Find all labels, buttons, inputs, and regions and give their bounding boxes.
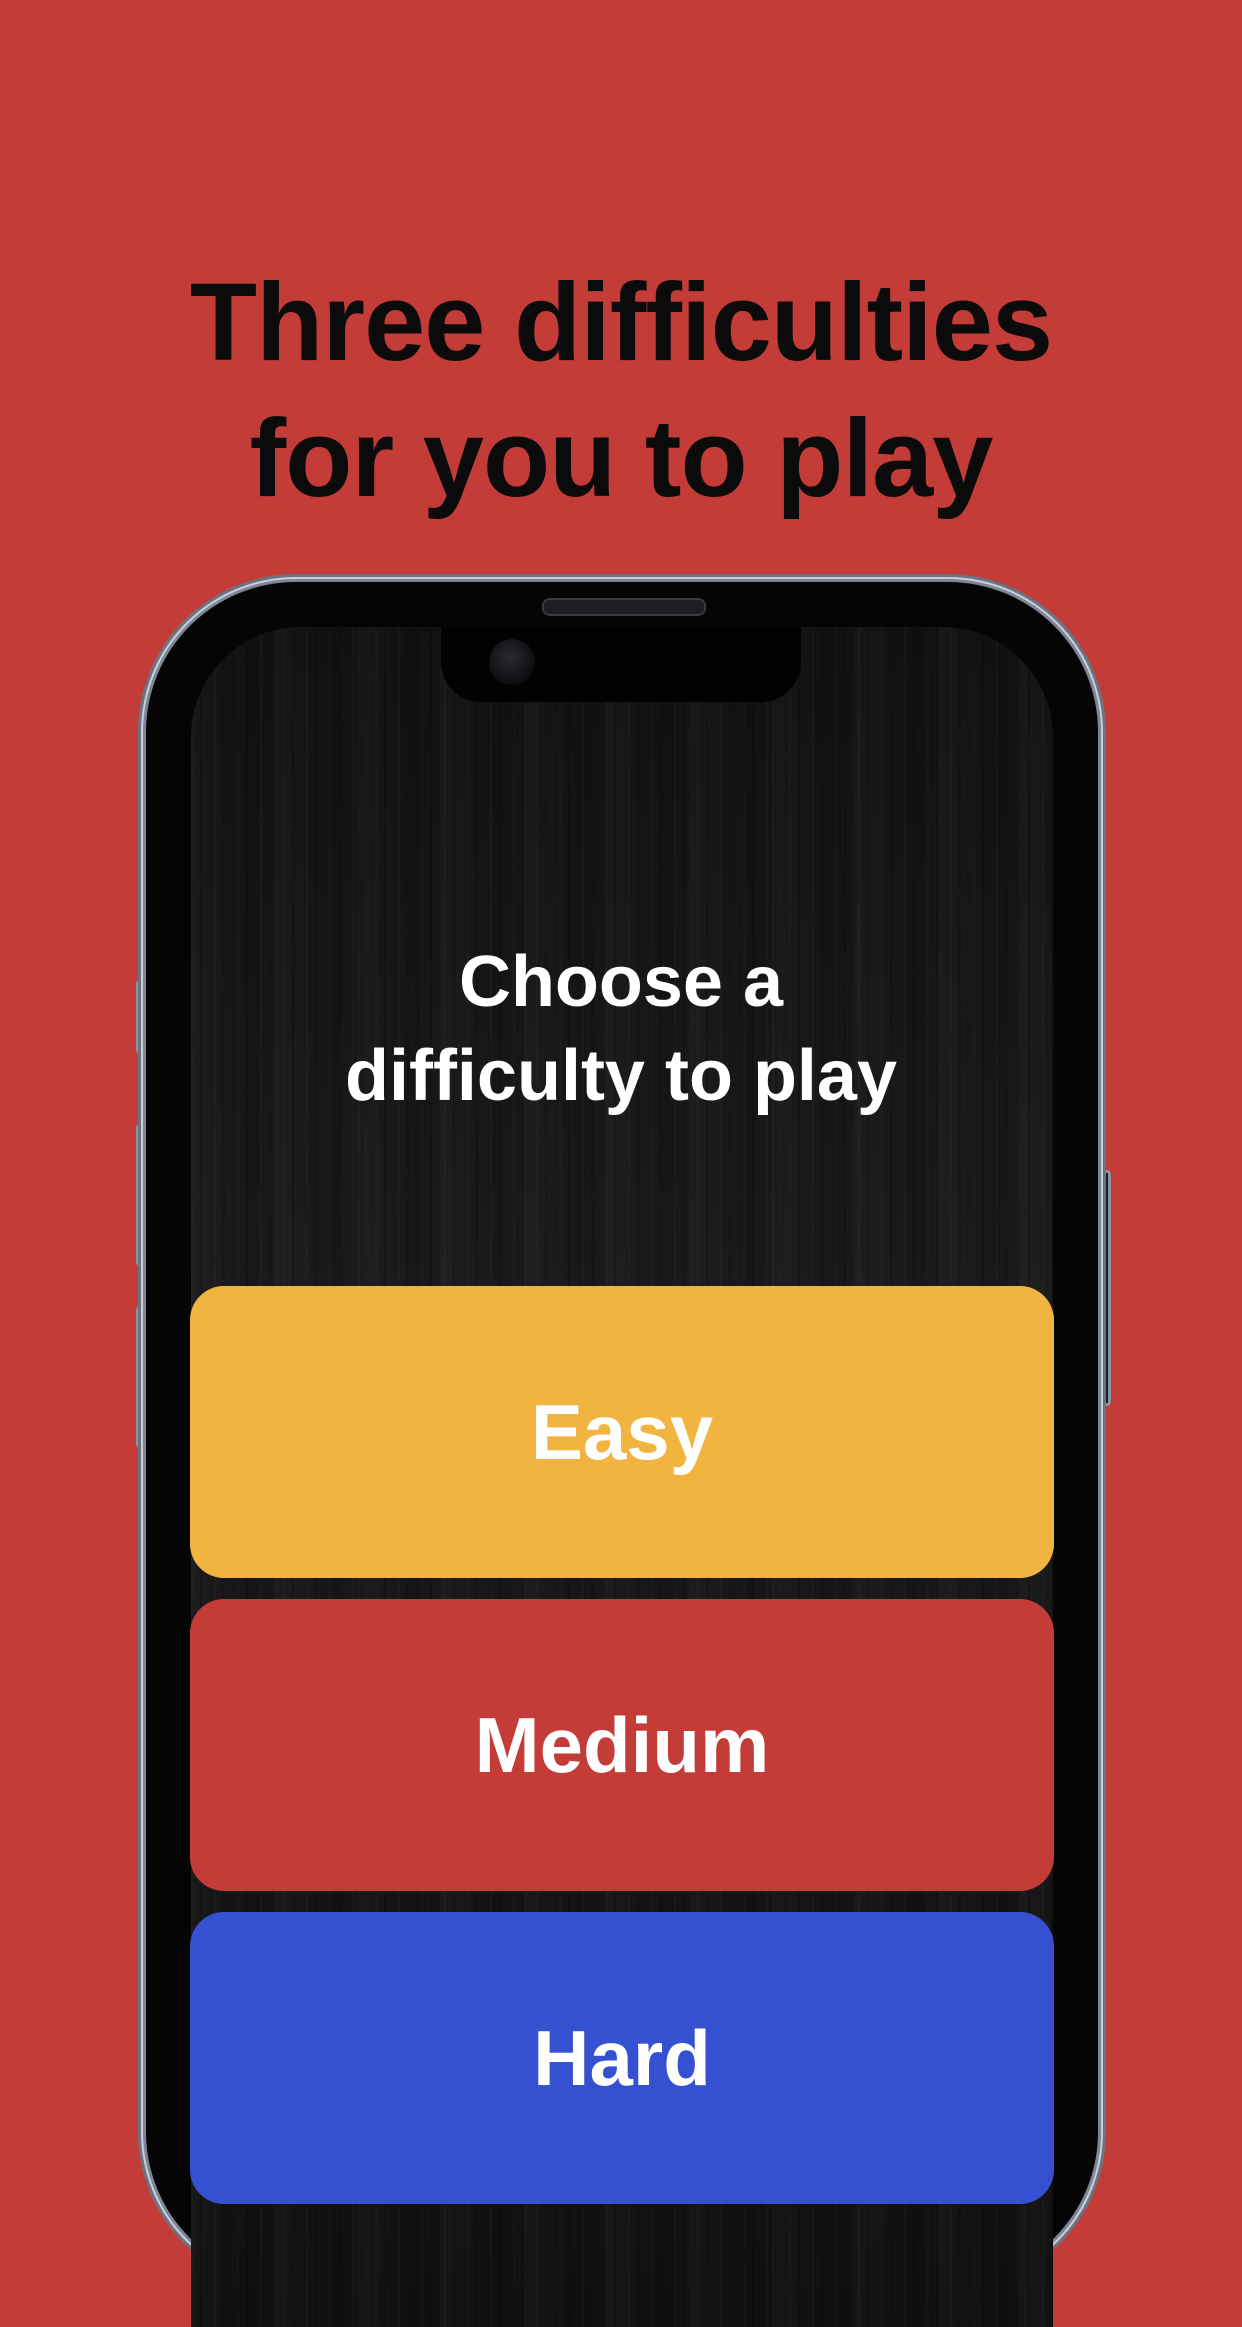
medium-button[interactable]: Medium [190, 1599, 1054, 1891]
front-camera-icon [489, 639, 535, 685]
phone-speaker-grille [542, 598, 706, 616]
choose-difficulty-title-line-2: difficulty to play [344, 1036, 898, 1116]
easy-button-label: Easy [530, 1387, 714, 1476]
easy-button[interactable]: Easy [190, 1286, 1054, 1578]
promo-headline-line-2: for you to play [249, 397, 994, 520]
phone-power-button [1099, 1170, 1111, 1406]
promo-headline: Three difficulties for you to play [0, 255, 1242, 527]
hard-button[interactable]: Hard [190, 1912, 1054, 2204]
hard-button-label: Hard [533, 2013, 711, 2102]
choose-difficulty-title: Choose a difficulty to play [0, 935, 1242, 1123]
phone-notch [441, 627, 801, 702]
choose-difficulty-title-line-1: Choose a [458, 942, 784, 1022]
medium-button-label: Medium [474, 1700, 770, 1789]
promo-headline-line-1: Three difficulties [189, 261, 1053, 384]
